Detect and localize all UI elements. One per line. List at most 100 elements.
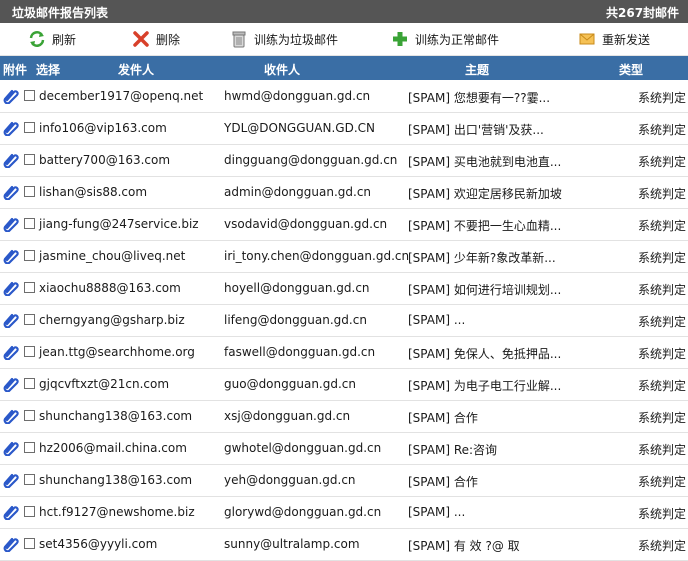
table-row[interactable]: jean.ttg@searchhome.org faswell@dongguan.… [0,337,688,369]
table-row[interactable]: jiang-fung@247service.biz vsodavid@donggu… [0,209,688,241]
refresh-button[interactable]: 刷新 [28,30,76,48]
subject-cell[interactable]: [SPAM] 买电池就到电池直... [408,153,561,170]
col-attach: 附件 [3,63,28,77]
select-checkbox[interactable] [24,250,35,261]
table-row[interactable]: december1917@openq.net hwmd@dongguan.gd.c… [0,81,688,113]
subject-cell[interactable]: [SPAM] ... [408,505,465,519]
type-cell: 系统判定 [638,155,687,169]
type-cell: 系统判定 [638,219,687,233]
select-checkbox[interactable] [24,122,35,133]
sender-cell[interactable]: info106@vip163.com [39,121,167,135]
table-row[interactable]: xiaochu8888@163.com hoyell@dongguan.gd.cn… [0,273,688,305]
train-normal-label: 训练为正常邮件 [415,32,500,47]
resend-label: 重新发送 [602,32,651,47]
type-cell: 系统判定 [638,187,687,201]
subject-cell[interactable]: [SPAM] Re:咨询 [408,441,497,458]
select-checkbox[interactable] [24,314,35,325]
recipient-cell: admin@dongguan.gd.cn [224,185,372,199]
sender-cell[interactable]: jean.ttg@searchhome.org [39,345,195,359]
type-cell: 系统判定 [638,91,687,105]
sender-cell[interactable]: jasmine_chou@liveq.net [39,249,185,263]
select-checkbox[interactable] [24,538,35,549]
table-row[interactable]: shunchang138@163.com xsj@dongguan.gd.cn [S… [0,401,688,433]
type-cell: 系统判定 [638,507,687,521]
attachment-icon [3,280,19,297]
select-checkbox[interactable] [24,186,35,197]
subject-cell[interactable]: [SPAM] 您想要有一??霎... [408,89,550,106]
select-checkbox[interactable] [24,218,35,229]
subject-cell[interactable]: [SPAM] 出口'营销'及获... [408,121,544,138]
subject-cell[interactable]: [SPAM] 合作 [408,409,478,426]
sender-cell[interactable]: shunchang138@163.com [39,409,192,423]
sender-cell[interactable]: battery700@163.com [39,153,170,167]
sender-cell[interactable]: jiang-fung@247service.biz [39,217,199,231]
col-sender[interactable]: 发件人 [118,61,154,78]
subject-cell[interactable]: [SPAM] 如何进行培训规划... [408,281,561,298]
select-checkbox[interactable] [24,474,35,485]
select-checkbox[interactable] [24,442,35,453]
recipient-cell: lifeng@dongguan.gd.cn [224,313,367,327]
subject-cell[interactable]: [SPAM] 合作 [408,473,478,490]
sender-cell[interactable]: cherngyang@gsharp.biz [39,313,185,327]
sender-cell[interactable]: lishan@sis88.com [39,185,147,199]
subject-cell[interactable]: [SPAM] 有 效 ?@ 取 [408,537,520,554]
recipient-cell: xsj@dongguan.gd.cn [224,409,351,423]
envelope-icon [578,30,596,48]
train-spam-button[interactable]: 训练为垃圾邮件 [230,30,338,48]
subject-cell[interactable]: [SPAM] ... [408,313,465,327]
select-checkbox[interactable] [24,90,35,101]
table-header: 附件 选择 发件人 收件人 主题 类型 [0,56,688,80]
sender-cell[interactable]: gjqcvftxzt@21cn.com [39,377,169,391]
delete-button[interactable]: 删除 [132,30,180,48]
col-type[interactable]: 类型 [619,61,643,78]
col-subject[interactable]: 主题 [465,61,489,78]
sender-cell[interactable]: xiaochu8888@163.com [39,281,181,295]
recipient-cell: hwmd@dongguan.gd.cn [224,89,371,103]
sender-cell[interactable]: december1917@openq.net [39,89,203,103]
subject-cell[interactable]: [SPAM] 欢迎定居移民新加坡 [408,185,562,202]
table-row[interactable]: lishan@sis88.com admin@dongguan.gd.cn [SPA… [0,177,688,209]
table-row[interactable]: info106@vip163.com YDL@DONGGUAN.GD.CN [SPA… [0,113,688,145]
table-row[interactable]: cherngyang@gsharp.biz lifeng@dongguan.gd.… [0,305,688,337]
train-normal-button[interactable]: 训练为正常邮件 [391,30,499,48]
table-row[interactable]: hz2006@mail.china.com gwhotel@dongguan.gd… [0,433,688,465]
select-checkbox[interactable] [24,378,35,389]
type-cell: 系统判定 [638,411,687,425]
trash-can-icon [230,30,248,48]
table-row[interactable]: shunchang138@163.com yeh@dongguan.gd.cn [S… [0,465,688,497]
type-cell: 系统判定 [638,443,687,457]
attachment-icon [3,344,19,361]
col-recipient[interactable]: 收件人 [264,61,300,78]
sender-cell[interactable]: hct.f9127@newshome.biz [39,505,195,519]
attachment-icon [3,408,19,425]
col-select: 选择 [36,63,61,77]
select-checkbox[interactable] [24,506,35,517]
select-checkbox[interactable] [24,282,35,293]
plus-icon [391,30,409,48]
select-checkbox[interactable] [24,154,35,165]
select-checkbox[interactable] [24,346,35,357]
attachment-icon [3,376,19,393]
attachment-icon [3,536,19,553]
subject-cell[interactable]: [SPAM] 不要把一生心血精... [408,217,561,234]
resend-button[interactable]: 重新发送 [578,30,650,48]
subject-cell[interactable]: [SPAM] 为电子电工行业解... [408,377,561,394]
recipient-cell: YDL@DONGGUAN.GD.CN [224,121,376,135]
sender-cell[interactable]: hz2006@mail.china.com [39,441,187,455]
table-row[interactable]: gjqcvftxzt@21cn.com guo@dongguan.gd.cn [SP… [0,369,688,401]
type-cell: 系统判定 [638,283,687,297]
refresh-label: 刷新 [52,32,77,47]
sender-cell[interactable]: shunchang138@163.com [39,473,192,487]
table-row[interactable]: set4356@yyyli.com sunny@ultralamp.com [SPA… [0,529,688,561]
recipient-cell: iri_tony.chen@dongguan.gd.cn [224,249,410,263]
subject-cell[interactable]: [SPAM] 免保人、免抵押品... [408,345,561,362]
page-title: 垃圾邮件报告列表 [12,6,109,20]
table-row[interactable]: hct.f9127@newshome.biz glorywd@dongguan.g… [0,497,688,529]
sender-cell[interactable]: set4356@yyyli.com [39,537,157,551]
subject-cell[interactable]: [SPAM] 少年新?象改革新... [408,249,556,266]
recipient-cell: guo@dongguan.gd.cn [224,377,356,391]
select-checkbox[interactable] [24,410,35,421]
refresh-icon [28,30,46,48]
table-row[interactable]: battery700@163.com dingguang@dongguan.gd.… [0,145,688,177]
table-row[interactable]: jasmine_chou@liveq.net iri_tony.chen@dong… [0,241,688,273]
